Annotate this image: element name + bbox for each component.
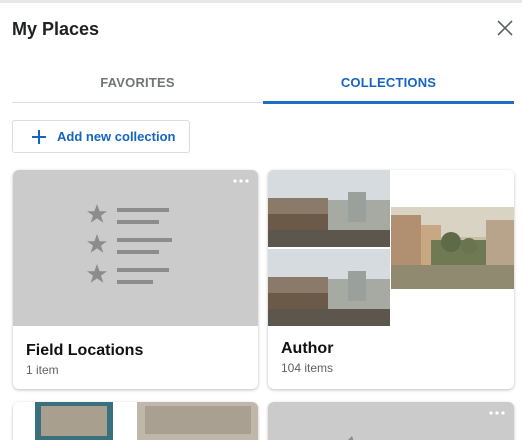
plus-icon xyxy=(32,130,46,144)
add-new-collection-label: Add new collection xyxy=(57,129,176,144)
collection-thumbnail xyxy=(268,402,514,440)
close-icon[interactable] xyxy=(494,17,516,39)
collage-photo-2 xyxy=(268,249,390,326)
add-new-collection-button[interactable]: Add new collection xyxy=(12,120,190,153)
more-options-icon[interactable] xyxy=(232,177,250,185)
collection-card[interactable] xyxy=(268,402,514,440)
page-title: My Places xyxy=(12,19,100,39)
starred-list-icon xyxy=(87,204,172,284)
collection-thumbnail xyxy=(13,170,258,326)
collection-name: Field Locations xyxy=(26,342,144,359)
photo-collage xyxy=(268,170,514,326)
tab-collections[interactable]: COLLECTIONS xyxy=(263,70,514,104)
collage-photo-1 xyxy=(268,170,390,247)
more-options-icon[interactable] xyxy=(488,409,506,417)
collection-item-count: 1 item xyxy=(26,363,59,377)
more-options-icon[interactable] xyxy=(488,177,506,185)
collection-item-count: 104 items xyxy=(281,361,334,375)
top-divider xyxy=(0,0,522,3)
collection-thumbnail xyxy=(13,402,258,440)
tab-favorites[interactable]: FAVORITES xyxy=(12,70,263,103)
collection-card[interactable] xyxy=(13,402,258,440)
collection-card-author[interactable]: Author 104 items xyxy=(268,170,514,389)
collection-name: Author xyxy=(281,340,334,357)
tab-bar: FAVORITES COLLECTIONS xyxy=(12,70,514,104)
collage-photo-3 xyxy=(391,170,514,326)
collection-card-field-locations[interactable]: Field Locations 1 item xyxy=(13,170,258,389)
